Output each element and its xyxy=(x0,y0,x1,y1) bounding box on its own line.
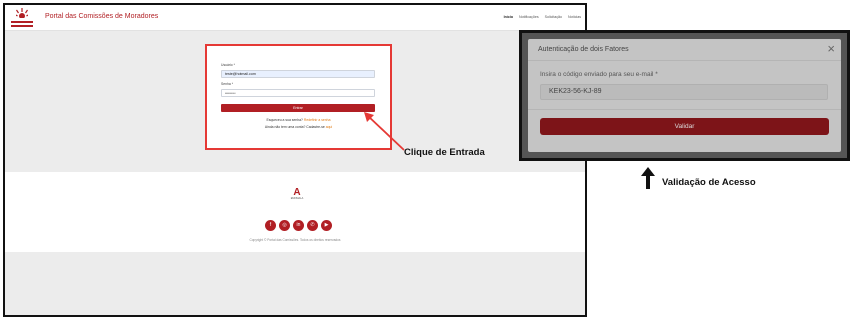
brand-name[interactable]: Portal das Comissões de Moradores xyxy=(45,13,158,20)
instagram-icon[interactable]: ◎ xyxy=(279,220,290,231)
sun-icon xyxy=(16,8,28,18)
copyright-text: Copyright © Portal das Comissões. Todos … xyxy=(249,238,341,242)
two-factor-screenshot: Autenticação de dois Fatores × Insira o … xyxy=(519,30,850,161)
nav-item-noticias[interactable]: Notícias xyxy=(568,15,581,19)
footer-logo: A EMOMALA xyxy=(290,188,304,202)
brand-logo-icon[interactable] xyxy=(11,8,33,28)
footer-logo-caption: EMOMALA xyxy=(290,197,304,200)
arrow-up-icon xyxy=(641,167,655,189)
facebook-icon[interactable]: f xyxy=(265,220,276,231)
forgot-password-text: Esqueceu a sua senha? xyxy=(266,118,303,122)
close-icon[interactable]: × xyxy=(827,42,835,56)
main-content: Usuário * teste@hotmail.com Senha * ••••… xyxy=(5,31,585,172)
nav-item-solicitacao[interactable]: Solicitação xyxy=(545,15,562,19)
user-input[interactable]: teste@hotmail.com xyxy=(221,70,375,78)
main-nav: Início Notificações Solicitação Notícias xyxy=(504,15,581,19)
password-label: Senha * xyxy=(221,82,234,86)
login-button[interactable]: Entrar xyxy=(221,104,375,112)
signup-link[interactable]: aqui xyxy=(326,125,332,129)
login-page-screenshot: Portal das Comissões de Moradores Início… xyxy=(3,3,587,317)
arrow-to-login-icon xyxy=(364,112,405,151)
top-navbar: Portal das Comissões de Moradores Início… xyxy=(5,5,585,31)
modal-header: Autenticação de dois Fatores × xyxy=(528,39,841,61)
nav-item-notificacoes[interactable]: Notificações xyxy=(519,15,539,19)
figure: Portal das Comissões de Moradores Início… xyxy=(0,0,853,318)
two-factor-modal: Autenticação de dois Fatores × Insira o … xyxy=(528,39,841,152)
reset-password-link[interactable]: Redefinir a senha xyxy=(304,118,331,122)
page-bottom-area xyxy=(5,252,585,315)
modal-divider xyxy=(528,109,841,110)
modal-title: Autenticação de dois Fatores xyxy=(538,46,629,53)
user-label: Usuário * xyxy=(221,63,235,67)
password-input[interactable]: •••••••••• xyxy=(221,89,375,97)
signup-text: Ainda não tem uma conta? Cadastre-se xyxy=(264,125,325,129)
nav-item-inicio[interactable]: Início xyxy=(504,15,513,19)
youtube-icon[interactable]: ▶ xyxy=(321,220,332,231)
whatsapp-icon[interactable]: ✆ xyxy=(307,220,318,231)
page-footer: A EMOMALA f ◎ in ✆ ▶ Copyright © Portal … xyxy=(5,172,585,252)
annotation-login-click: Clique de Entrada xyxy=(404,147,485,158)
validate-button[interactable]: Validar xyxy=(540,118,829,135)
code-input[interactable]: KEK23-56-KJ-89 xyxy=(540,84,828,100)
footer-logo-letter: A xyxy=(293,187,301,198)
code-label: Insira o código enviado para seu e-mail … xyxy=(540,71,658,78)
social-links: f ◎ in ✆ ▶ xyxy=(265,220,332,231)
linkedin-icon[interactable]: in xyxy=(293,220,304,231)
annotation-access-validation: Validação de Acesso xyxy=(662,177,756,188)
